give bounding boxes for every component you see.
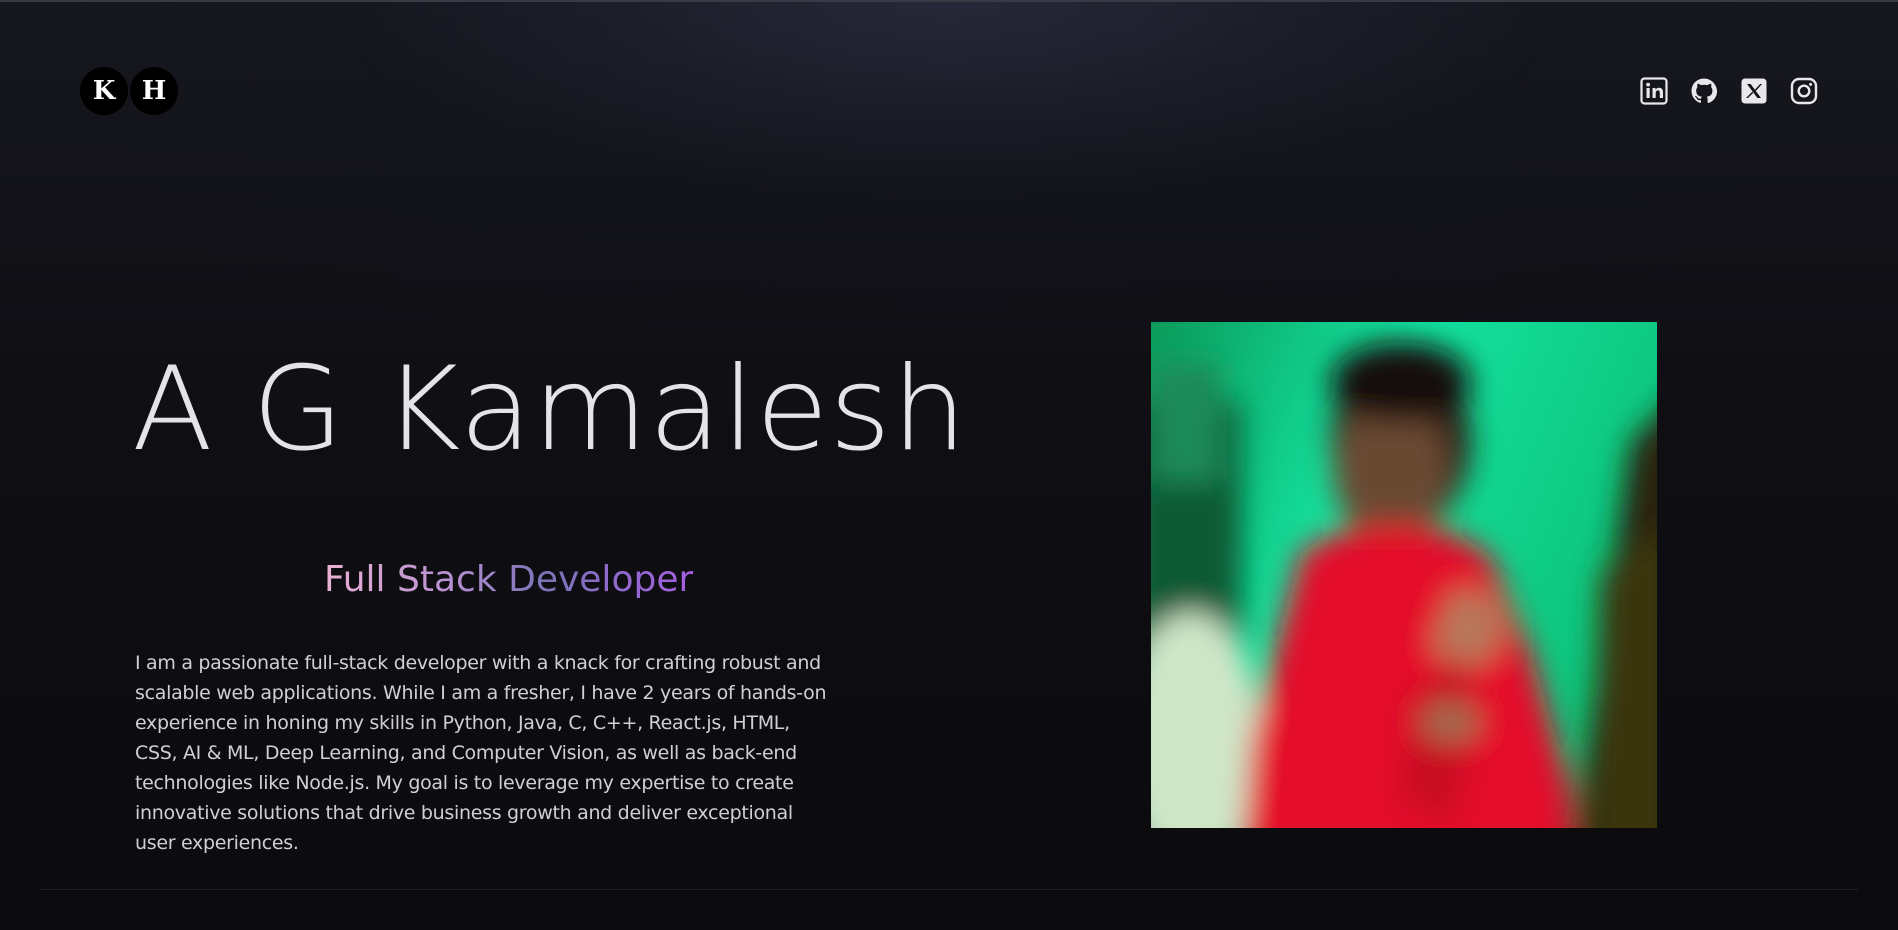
hero-role: Full Stack Developer bbox=[324, 559, 694, 600]
social-links bbox=[1640, 77, 1818, 105]
hero-name: A G Kamalesh bbox=[132, 341, 968, 477]
linkedin-icon bbox=[1640, 77, 1668, 105]
section-divider bbox=[40, 889, 1858, 890]
instagram-link[interactable] bbox=[1790, 77, 1818, 105]
instagram-icon bbox=[1790, 77, 1818, 105]
window-top-edge bbox=[0, 0, 1898, 2]
x-twitter-link[interactable] bbox=[1740, 77, 1768, 105]
github-icon bbox=[1691, 78, 1718, 104]
x-twitter-icon bbox=[1741, 78, 1767, 104]
github-link[interactable] bbox=[1690, 77, 1718, 105]
portrait-photo bbox=[1151, 322, 1657, 828]
hero-description: I am a passionate full-stack developer w… bbox=[135, 652, 827, 854]
linkedin-link[interactable] bbox=[1640, 77, 1668, 105]
logo-letter-k: K bbox=[80, 67, 128, 115]
site-logo[interactable]: K H bbox=[80, 67, 178, 115]
portrait-image bbox=[1151, 322, 1657, 828]
portfolio-page: K H A G Kamalesh Full Stack Developer I … bbox=[0, 0, 1898, 930]
logo-letter-h: H bbox=[130, 67, 178, 115]
